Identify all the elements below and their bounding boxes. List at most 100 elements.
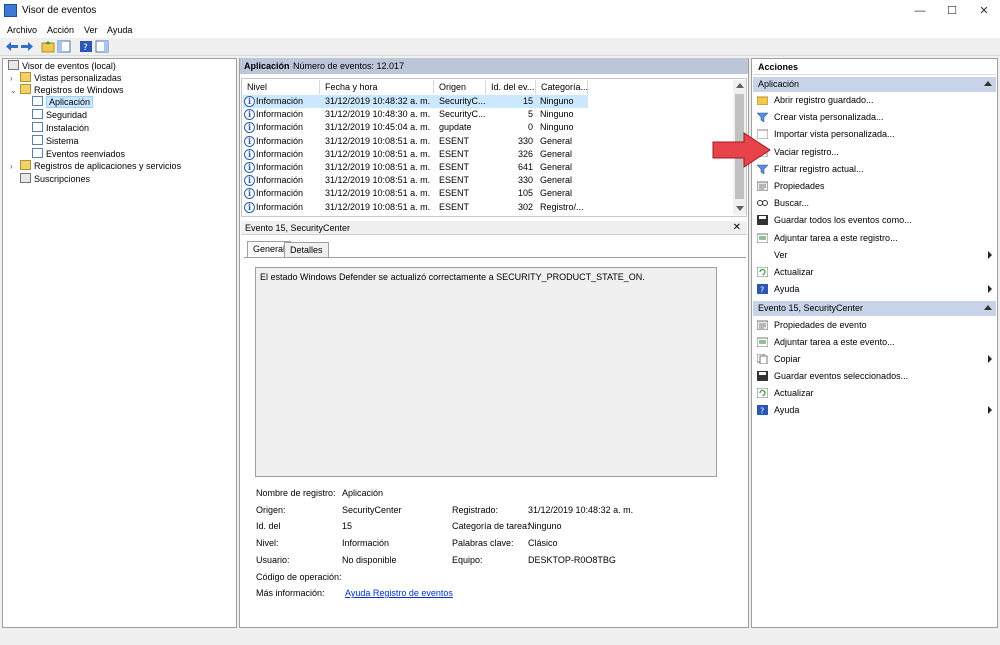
table-row[interactable]: i Información 31/12/2019 10:08:51 a. m. ESE… — [243, 201, 588, 214]
actions-app-item[interactable]: Vaciar registro... — [757, 145, 993, 159]
task-icon — [757, 337, 768, 347]
maximize-button[interactable]: ☐ — [936, 0, 968, 22]
actions-app-item[interactable]: Actualizar — [757, 265, 993, 279]
column-header-category[interactable]: Categoría... — [536, 80, 588, 94]
actions-app-item[interactable]: Guardar todos los eventos como... — [757, 213, 993, 227]
tree-item-application[interactable]: Aplicación — [32, 96, 94, 109]
actions-app-item[interactable]: Ver — [757, 248, 993, 262]
menu-accion[interactable]: Acción — [47, 25, 74, 35]
title-bar: Visor de eventos — ☐ ✕ — [0, 0, 1000, 22]
tree-item-setup[interactable]: Instalación — [32, 122, 89, 135]
actions-section-application[interactable]: Aplicación — [753, 77, 996, 92]
table-row[interactable]: i Información 31/12/2019 10:08:51 a. m. ESE… — [243, 187, 588, 200]
show-hide-tree-icon[interactable] — [57, 40, 71, 53]
event-count: Número de eventos: 12.017 — [293, 61, 405, 71]
table-cell: 326 — [517, 148, 533, 159]
value-task-category: Ninguno — [528, 521, 562, 531]
table-cell: 31/12/2019 10:48:32 a. m. — [325, 96, 431, 106]
table-cell: 31/12/2019 10:08:51 a. m. — [325, 148, 431, 159]
back-arrow-icon[interactable] — [5, 40, 19, 53]
actions-app-item-label: Ayuda — [774, 284, 800, 295]
scroll-up-icon[interactable] — [736, 83, 744, 88]
tree-item-subscriptions[interactable]: Suscripciones — [20, 173, 90, 186]
log-icon — [32, 148, 43, 158]
actions-app-item-label: Guardar todos los eventos como... — [774, 215, 912, 226]
more-info-link[interactable]: Ayuda Registro de eventos — [345, 588, 453, 598]
value-user: No disponible — [342, 555, 397, 565]
column-header-source[interactable]: Origen — [434, 80, 486, 94]
folder-icon — [20, 72, 31, 82]
column-header-level[interactable]: Nivel — [242, 80, 320, 94]
actions-event-item[interactable]: Propiedades de evento — [757, 318, 993, 332]
collapse-chevron-icon[interactable]: ⌄ — [10, 84, 17, 97]
actions-app-item-label: Actualizar — [774, 267, 814, 277]
collapse-caret-icon[interactable] — [984, 81, 992, 86]
filter-icon — [757, 112, 768, 123]
save-icon — [757, 215, 768, 226]
tree-item-security[interactable]: Seguridad — [32, 109, 87, 122]
forward-arrow-icon[interactable] — [20, 40, 34, 53]
table-row[interactable]: i Información 31/12/2019 10:08:51 a. m. ESE… — [243, 135, 588, 148]
table-row[interactable]: i Información 31/12/2019 10:48:30 a. m. Sec… — [243, 108, 588, 121]
table-cell: ESENT — [439, 148, 470, 159]
minimize-button[interactable]: — — [904, 0, 936, 22]
menu-ver[interactable]: Ver — [84, 25, 98, 35]
actions-app-item[interactable]: Crear vista personalizada... — [757, 110, 993, 124]
log-icon — [32, 122, 43, 132]
table-row[interactable]: i Información 31/12/2019 10:45:04 a. m. gup… — [243, 121, 588, 134]
value-source: SecurityCenter — [342, 505, 402, 515]
table-cell: 15 — [522, 96, 533, 106]
actions-app-item[interactable]: Propiedades — [757, 179, 993, 193]
expand-chevron-icon[interactable]: › — [10, 160, 13, 173]
tree-item-app-service-logs[interactable]: › Registros de aplicaciones y servicios — [10, 160, 181, 173]
actions-app-item[interactable]: Buscar... — [757, 196, 993, 210]
table-cell: 330 — [517, 135, 533, 146]
actions-app-item[interactable]: ? Ayuda — [757, 282, 993, 296]
actions-event-item[interactable]: Guardar eventos seleccionados... — [757, 369, 993, 383]
scroll-down-icon[interactable] — [736, 206, 744, 211]
actions-event-item[interactable]: Actualizar — [757, 386, 993, 400]
actions-app-item[interactable]: Filtrar registro actual... — [757, 162, 993, 176]
table-row[interactable]: i Información 31/12/2019 10:08:51 a. m. ESE… — [243, 161, 588, 174]
table-row[interactable]: i Información 31/12/2019 10:48:32 a. m. Sec… — [243, 95, 588, 108]
actions-app-item[interactable]: Adjuntar tarea a este registro... — [757, 231, 993, 245]
folder-up-icon[interactable] — [41, 40, 55, 53]
properties-icon — [757, 320, 768, 330]
actions-event-item[interactable]: ? Ayuda — [757, 403, 993, 417]
value-log-name: Aplicación — [342, 488, 384, 498]
table-cell: 302 — [517, 201, 533, 212]
save-icon — [757, 371, 768, 381]
red-arrow-icon — [712, 132, 771, 168]
actions-app-item[interactable]: Importar vista personalizada... — [757, 127, 993, 141]
actions-section-event[interactable]: Evento 15, SecurityCenter — [753, 301, 996, 316]
table-row[interactable]: i Información 31/12/2019 10:08:51 a. m. ESE… — [243, 174, 588, 187]
log-name: Aplicación — [244, 61, 290, 71]
table-cell: ESENT — [439, 162, 470, 172]
menu-archivo[interactable]: Archivo — [7, 25, 37, 35]
actions-event-item[interactable]: Adjuntar tarea a este evento... — [757, 335, 993, 349]
table-row[interactable]: i Información 31/12/2019 10:08:51 a. m. ESE… — [243, 148, 588, 161]
actions-event-item-label: Guardar eventos seleccionados... — [774, 371, 909, 381]
close-button[interactable]: ✕ — [968, 0, 1000, 22]
detail-close-icon[interactable]: ✕ — [733, 222, 741, 233]
menu-ayuda[interactable]: Ayuda — [107, 25, 132, 35]
label-keywords: Palabras clave: — [452, 538, 514, 548]
collapse-caret-icon[interactable] — [984, 305, 992, 310]
table-cell: 31/12/2019 10:08:51 a. m. — [325, 201, 431, 212]
actions-event-item[interactable]: Copiar — [757, 352, 993, 366]
tab-details[interactable]: Detalles — [284, 242, 329, 257]
actions-app-item[interactable]: Abrir registro guardado... — [757, 93, 993, 107]
information-icon: i — [244, 162, 255, 173]
show-hide-actions-icon[interactable] — [95, 40, 109, 53]
event-message-box[interactable]: El estado Windows Defender se actualizó … — [255, 267, 717, 477]
actions-app-item-label: Importar vista personalizada... — [774, 129, 895, 140]
tree-item-system[interactable]: Sistema — [32, 135, 79, 148]
actions-event-item-label: Adjuntar tarea a este evento... — [774, 337, 895, 347]
help-icon[interactable]: ? — [79, 40, 93, 53]
table-cell: General — [540, 148, 573, 159]
column-header-datetime[interactable]: Fecha y hora — [320, 80, 434, 94]
column-header-event-id[interactable]: Id. del ev... — [486, 80, 536, 94]
svg-text:?: ? — [83, 43, 88, 53]
refresh-icon — [757, 388, 768, 398]
log-icon — [32, 96, 43, 106]
